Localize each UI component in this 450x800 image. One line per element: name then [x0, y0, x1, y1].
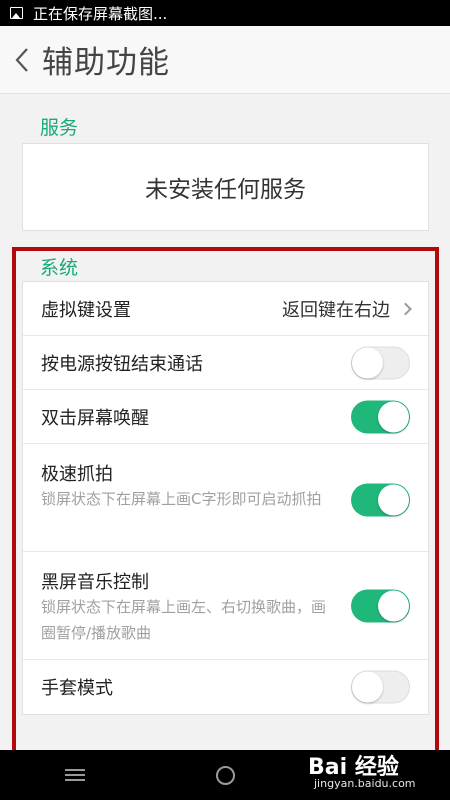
setting-label: 双击屏幕唤醒	[41, 407, 149, 429]
services-card: 未安装任何服务	[22, 143, 429, 231]
system-section-header: 系统	[40, 257, 79, 279]
setting-label: 虚拟键设置	[41, 299, 131, 321]
settings-content: 服务 未安装任何服务 系统 虚拟键设置 返回键在右边 按电源按钮结束通话 双击屏…	[0, 95, 450, 800]
power-button-end-call-setting[interactable]: 按电源按钮结束通话	[23, 336, 428, 390]
page-title: 辅助功能	[42, 45, 170, 81]
setting-label: 手套模式	[41, 678, 113, 699]
setting-label: 极速抓拍	[41, 464, 113, 485]
chevron-right-icon	[399, 302, 412, 315]
power-button-end-call-toggle[interactable]	[351, 346, 410, 379]
setting-label: 按电源按钮结束通话	[41, 353, 203, 375]
baidu-watermark: Bai 经验 jingyan.baidu.com	[308, 745, 428, 797]
status-notification-text: 正在保存屏幕截图...	[33, 4, 168, 23]
system-settings-list: 虚拟键设置 返回键在右边 按电源按钮结束通话 双击屏幕唤醒 极速抓拍 锁屏状态下…	[22, 281, 429, 715]
double-tap-wake-setting[interactable]: 双击屏幕唤醒	[23, 390, 428, 444]
watermark-url: jingyan.baidu.com	[314, 777, 416, 790]
menu-line	[65, 779, 85, 781]
double-tap-wake-toggle[interactable]	[351, 400, 410, 433]
no-services-text: 未安装任何服务	[145, 177, 306, 203]
menu-button[interactable]	[65, 769, 85, 781]
toggle-knob	[378, 484, 409, 516]
toggle-knob	[378, 590, 409, 622]
quick-capture-setting[interactable]: 极速抓拍 锁屏状态下在屏幕上画C字形即可启动抓拍	[23, 444, 428, 552]
toggle-knob	[352, 671, 383, 703]
menu-line	[65, 769, 85, 771]
toggle-knob	[352, 347, 383, 378]
virtual-keys-setting[interactable]: 虚拟键设置 返回键在右边	[23, 282, 428, 336]
back-arrow-icon	[15, 47, 28, 72]
status-bar: 正在保存屏幕截图...	[0, 0, 450, 26]
home-button[interactable]	[216, 766, 235, 785]
menu-line	[65, 774, 85, 776]
setting-value: 返回键在右边	[282, 299, 390, 321]
glove-mode-toggle[interactable]	[351, 670, 410, 704]
glove-mode-setting[interactable]: 手套模式	[23, 660, 428, 714]
services-section-header: 服务	[40, 117, 79, 139]
setting-description: 锁屏状态下在屏幕上画C字形即可启动抓拍	[41, 490, 322, 508]
screen-off-music-control-setting[interactable]: 黑屏音乐控制 锁屏状态下在屏幕上画左、右切换歌曲，画圈暂停/播放歌曲	[23, 552, 428, 660]
image-notification-icon	[10, 7, 23, 19]
app-bar: 辅助功能	[0, 26, 450, 94]
setting-description: 锁屏状态下在屏幕上画左、右切换歌曲，画圈暂停/播放歌曲	[41, 598, 327, 642]
screen-off-music-control-toggle[interactable]	[351, 589, 410, 623]
back-button[interactable]	[2, 26, 42, 94]
quick-capture-toggle[interactable]	[351, 483, 410, 517]
toggle-knob	[378, 401, 409, 432]
